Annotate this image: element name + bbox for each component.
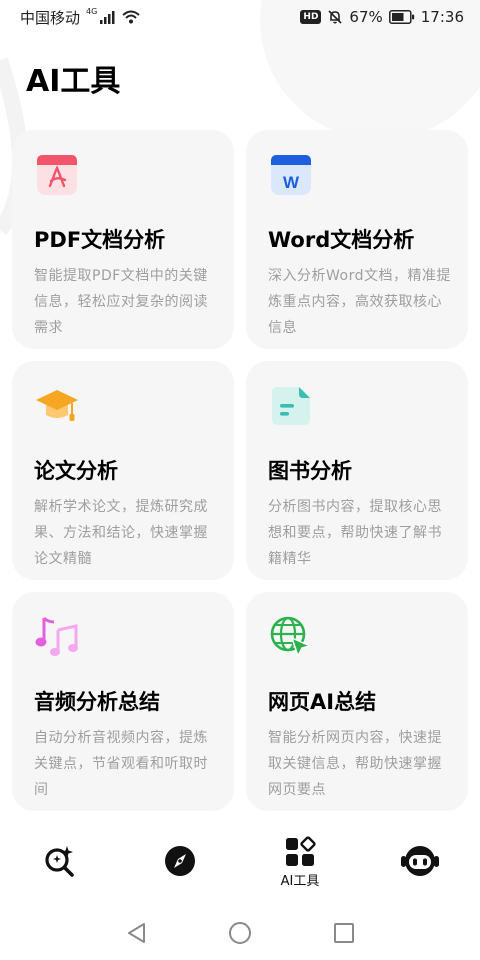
wifi-icon — [122, 10, 140, 24]
pdf-icon — [37, 155, 77, 195]
hd-badge: HD — [300, 10, 322, 24]
globe-cursor-icon — [270, 616, 313, 658]
sparkle-search-icon — [45, 846, 74, 877]
robot-avatar-icon — [401, 846, 439, 876]
tool-card-book[interactable]: 图书分析 分析图书内容，提取核心思想和要点，帮助快速了解书籍精华 — [246, 361, 468, 580]
tool-name: 网页AI总结 — [268, 690, 377, 714]
tool-card-paper[interactable]: 论文分析 解析学术论文，提炼研究成果、方法和结论，快速掌握论文精髓 — [12, 361, 234, 580]
nav-label: AI工具 — [280, 873, 320, 889]
tool-desc: 分析图书内容，提取核心思想和要点，帮助快速了解书籍精华 — [268, 499, 442, 567]
tool-card-webpage[interactable]: 网页AI总结 智能分析网页内容，快速提取关键信息，帮助快速掌握网页要点 — [246, 592, 468, 811]
battery-icon — [388, 10, 414, 24]
network-type: 4G — [86, 6, 98, 16]
recents-square-icon — [334, 923, 354, 943]
clock: 17:36 — [420, 8, 464, 26]
tool-name: Word文档分析 — [268, 228, 415, 252]
tool-name: 图书分析 — [268, 459, 352, 483]
carrier-name: 中国移动 — [20, 8, 81, 27]
word-glyph: W — [283, 173, 300, 192]
tool-grid: PDF文档分析 智能提取PDF文档中的关键信息，轻松应对复杂的阅读需求 W Wo… — [12, 130, 468, 811]
tool-name: 音频分析总结 — [34, 690, 160, 714]
battery-percent: 67% — [349, 8, 383, 26]
word-icon: W — [271, 155, 311, 195]
compass-icon — [165, 846, 195, 876]
tool-card-word[interactable]: W Word文档分析 深入分析Word文档，精准提炼重点内容，高效获取核心信息 — [246, 130, 468, 349]
tool-name: PDF文档分析 — [34, 228, 166, 252]
apps-grid-icon — [286, 835, 316, 866]
page-title: AI工具 — [26, 64, 121, 99]
system-nav-bar — [0, 906, 480, 960]
system-back-button[interactable] — [121, 918, 151, 948]
nav-tab-ai-tools[interactable]: AI工具 — [260, 835, 340, 889]
bottom-nav: AI工具 — [0, 826, 480, 898]
book-document-icon — [272, 387, 310, 425]
tool-desc: 自动分析音视频内容，提炼关键点，节省观看和听取时间 — [34, 730, 208, 798]
tool-card-audio[interactable]: 音频分析总结 自动分析音视频内容，提炼关键点，节省观看和听取时间 — [12, 592, 234, 811]
graduation-cap-icon — [36, 390, 78, 421]
back-triangle-icon — [128, 923, 145, 943]
tool-card-pdf[interactable]: PDF文档分析 智能提取PDF文档中的关键信息，轻松应对复杂的阅读需求 — [12, 130, 234, 349]
tool-desc: 智能分析网页内容，快速提取关键信息，帮助快速掌握网页要点 — [268, 730, 442, 798]
nav-tab-search[interactable] — [20, 844, 100, 880]
tool-desc: 智能提取PDF文档中的关键信息，轻松应对复杂的阅读需求 — [34, 268, 208, 336]
music-note-icon — [35, 616, 78, 656]
mute-bell-icon — [328, 10, 342, 24]
status-bar: 中国移动 4G HD 67% 17:36 — [0, 0, 480, 34]
nav-tab-profile[interactable] — [380, 844, 460, 880]
tool-desc: 解析学术论文，提炼研究成果、方法和结论，快速掌握论文精髓 — [34, 499, 208, 567]
signal-icon — [100, 11, 115, 24]
nav-tab-discover[interactable] — [140, 844, 220, 880]
home-circle-icon — [229, 922, 251, 944]
system-recents-button[interactable] — [329, 918, 359, 948]
tool-name: 论文分析 — [34, 459, 118, 483]
tool-desc: 深入分析Word文档，精准提炼重点内容，高效获取核心信息 — [268, 268, 451, 336]
system-home-button[interactable] — [225, 918, 255, 948]
